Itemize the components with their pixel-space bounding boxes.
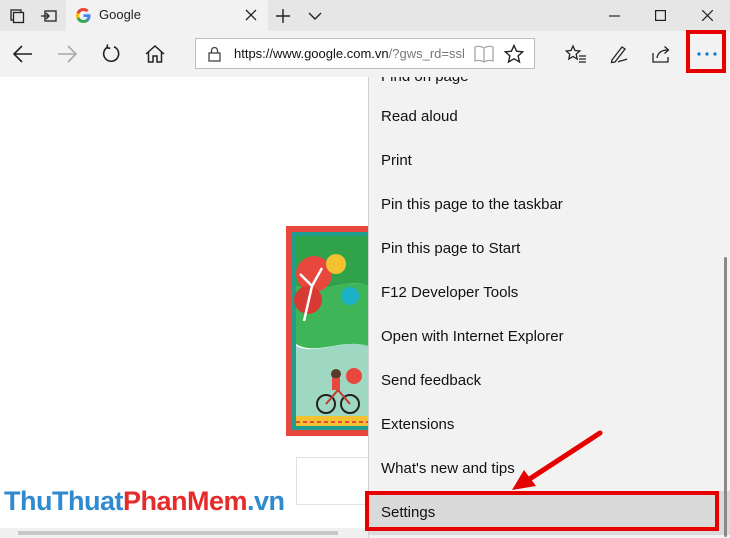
google-doodle[interactable] <box>286 226 368 436</box>
watermark: ThuThuatPhanMem.vn <box>4 486 285 517</box>
tabs-preview-button[interactable] <box>34 0 64 31</box>
share-icon <box>652 46 670 63</box>
url-host: https://www.google.com.vn <box>234 46 389 61</box>
reading-view-icon[interactable] <box>474 45 494 63</box>
horizontal-scrollbar[interactable] <box>0 528 368 538</box>
back-button[interactable] <box>6 39 40 69</box>
tabs-aside-button[interactable] <box>2 0 32 31</box>
tab-google[interactable]: Google <box>66 0 268 31</box>
doodle-image <box>286 226 368 436</box>
more-button-highlight <box>686 30 726 73</box>
new-tab-plus-icon <box>276 8 290 23</box>
back-arrow-icon <box>13 45 32 63</box>
share-button[interactable] <box>645 39 679 69</box>
tabs-preview-icon <box>41 9 57 22</box>
menu-item-pin-to-start[interactable]: Pin this page to Start <box>369 227 730 271</box>
watermark-part-2: PhanMem <box>122 486 248 516</box>
address-url: https://www.google.com.vn/?gws_rd=ssl <box>234 46 464 61</box>
window-close-icon <box>701 10 713 21</box>
window-close-button[interactable] <box>684 0 730 31</box>
refresh-button[interactable] <box>94 39 128 69</box>
favorites-hub-button[interactable] <box>559 39 593 69</box>
minimize-icon <box>608 14 620 17</box>
menu-item-developer-tools[interactable]: F12 Developer Tools <box>369 271 730 315</box>
menu-item-extensions[interactable]: Extensions <box>369 403 730 447</box>
google-g-icon <box>76 8 91 23</box>
tab-close-button[interactable] <box>242 6 260 24</box>
menu-item-print[interactable]: Print <box>369 139 730 183</box>
menu-item-send-feedback[interactable]: Send feedback <box>369 359 730 403</box>
tab-title: Google <box>99 7 141 22</box>
new-tab-button[interactable] <box>268 0 298 31</box>
favorites-hub-icon <box>565 44 586 63</box>
menu-item-open-with-ie[interactable]: Open with Internet Explorer <box>369 315 730 359</box>
tab-list-button[interactable] <box>300 0 330 31</box>
menu-item-read-aloud[interactable]: Read aloud <box>369 95 730 139</box>
web-note-button[interactable] <box>602 39 636 69</box>
lock-icon <box>208 46 221 62</box>
navigation-bar: https://www.google.com.vn/?gws_rd=ssl <box>0 31 730 78</box>
forward-button[interactable] <box>50 39 84 69</box>
watermark-part-1: ThuThuat <box>4 486 123 516</box>
settings-and-more-menu: Find on page Read aloud Print Pin this p… <box>369 77 730 538</box>
maximize-button[interactable] <box>637 0 683 31</box>
watermark-part-3: .vn <box>247 486 285 516</box>
close-icon <box>245 9 257 21</box>
forward-arrow-icon <box>58 45 77 63</box>
web-note-icon <box>610 46 628 64</box>
tab-bar: Google <box>0 0 730 31</box>
menu-item-whats-new[interactable]: What's new and tips <box>369 447 730 491</box>
minimize-button[interactable] <box>591 0 637 31</box>
search-input[interactable] <box>296 457 368 505</box>
settings-highlight <box>365 491 719 531</box>
tab-set-aside-icon <box>10 8 25 23</box>
home-icon <box>145 45 165 63</box>
menu-scrollbar[interactable] <box>724 257 727 537</box>
menu-item-pin-to-taskbar[interactable]: Pin this page to the taskbar <box>369 183 730 227</box>
favorite-star-icon[interactable] <box>504 44 524 64</box>
url-path: /?gws_rd=ssl <box>388 46 464 61</box>
chevron-down-icon <box>308 12 322 20</box>
horizontal-scroll-thumb[interactable] <box>18 531 338 535</box>
maximize-icon <box>654 10 666 21</box>
home-button[interactable] <box>138 39 172 69</box>
refresh-icon <box>102 44 120 63</box>
address-bar[interactable]: https://www.google.com.vn/?gws_rd=ssl <box>195 38 535 69</box>
